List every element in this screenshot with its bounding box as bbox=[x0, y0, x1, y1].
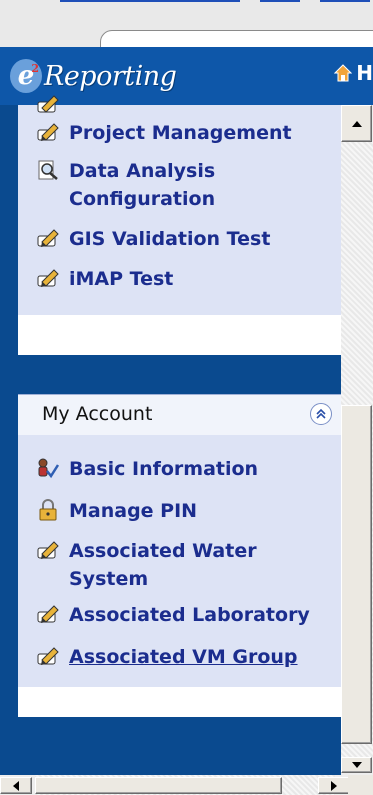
pencil-icon bbox=[37, 605, 59, 623]
nav-item-data-analysis-configuration[interactable]: Data Analysis Configuration bbox=[36, 157, 269, 213]
logo-wordmark: Reporting bbox=[44, 60, 177, 92]
vertical-scrollbar[interactable] bbox=[341, 105, 373, 775]
my-account-title: My Account bbox=[42, 403, 153, 425]
arrow-left-icon bbox=[13, 780, 19, 791]
nav-item-label: Manage PIN bbox=[69, 500, 198, 522]
scroll-thumb[interactable] bbox=[341, 405, 372, 744]
pencil-icon bbox=[37, 647, 59, 665]
nav-item-associated-water-system[interactable]: Associated Water System bbox=[36, 537, 289, 593]
home-icon bbox=[334, 64, 353, 82]
scroll-left-button[interactable] bbox=[0, 777, 32, 794]
nav-item-project-management[interactable]: Project Management bbox=[36, 119, 292, 147]
nav-item-label: GIS Validation Test bbox=[69, 228, 271, 250]
nav-item-associated-laboratory[interactable]: Associated Laboratory bbox=[36, 601, 310, 629]
nav-panel-projects: Project Management Data Analysis Configu… bbox=[18, 95, 342, 355]
scroll-right-button[interactable] bbox=[318, 777, 350, 794]
nav-item-label: Data Analysis Configuration bbox=[69, 160, 216, 210]
pencil-icon bbox=[37, 541, 59, 559]
cut-off-link-row bbox=[0, 0, 373, 7]
nav-item-associated-vm-group[interactable]: Associated VM Group bbox=[36, 643, 298, 671]
horizontal-scrollbar[interactable] bbox=[0, 775, 373, 795]
my-account-header: My Account bbox=[18, 395, 342, 435]
nav-item-label: Basic Information bbox=[69, 458, 259, 480]
scroll-thumb[interactable] bbox=[35, 777, 282, 794]
panel-footer-blank bbox=[18, 687, 342, 717]
browser-top-strip bbox=[0, 0, 373, 54]
pencil-icon bbox=[37, 229, 59, 247]
nav-item-imap-test[interactable]: iMAP Test bbox=[36, 265, 173, 293]
nav-item-label: Associated Laboratory bbox=[69, 604, 310, 626]
magnifier-document-icon bbox=[38, 160, 58, 180]
scroll-down-button[interactable] bbox=[341, 757, 372, 773]
pencil-icon bbox=[37, 123, 59, 141]
lock-icon bbox=[39, 499, 57, 521]
partial-nav-item[interactable] bbox=[36, 91, 69, 115]
scroll-up-button[interactable] bbox=[341, 105, 372, 142]
arrow-up-icon bbox=[351, 120, 362, 127]
pencil-icon bbox=[37, 95, 59, 113]
home-link[interactable]: H bbox=[334, 61, 373, 85]
nav-item-manage-pin[interactable]: Manage PIN bbox=[36, 497, 197, 525]
nav-item-gis-validation-test[interactable]: GIS Validation Test bbox=[36, 225, 270, 253]
nav-item-label: Project Management bbox=[69, 122, 292, 144]
logo-emblem: e2 bbox=[10, 59, 42, 93]
user-check-icon bbox=[38, 458, 60, 479]
collapse-icon[interactable] bbox=[310, 403, 332, 425]
ereporting-logo[interactable]: e2 Reporting bbox=[10, 57, 177, 95]
pencil-icon bbox=[37, 269, 59, 287]
panel-footer-blank bbox=[18, 315, 342, 355]
nav-item-label: Associated VM Group bbox=[69, 646, 298, 668]
nav-item-label: Associated Water System bbox=[69, 540, 257, 590]
nav-item-label: iMAP Test bbox=[69, 268, 174, 290]
my-account-panel: My Account Basic Information Manage PIN bbox=[18, 394, 342, 717]
arrow-down-icon bbox=[351, 762, 362, 768]
nav-item-basic-information[interactable]: Basic Information bbox=[36, 455, 258, 483]
arrow-right-icon bbox=[331, 780, 337, 791]
home-label: H bbox=[356, 61, 373, 85]
scrollbar-corner bbox=[348, 775, 373, 795]
